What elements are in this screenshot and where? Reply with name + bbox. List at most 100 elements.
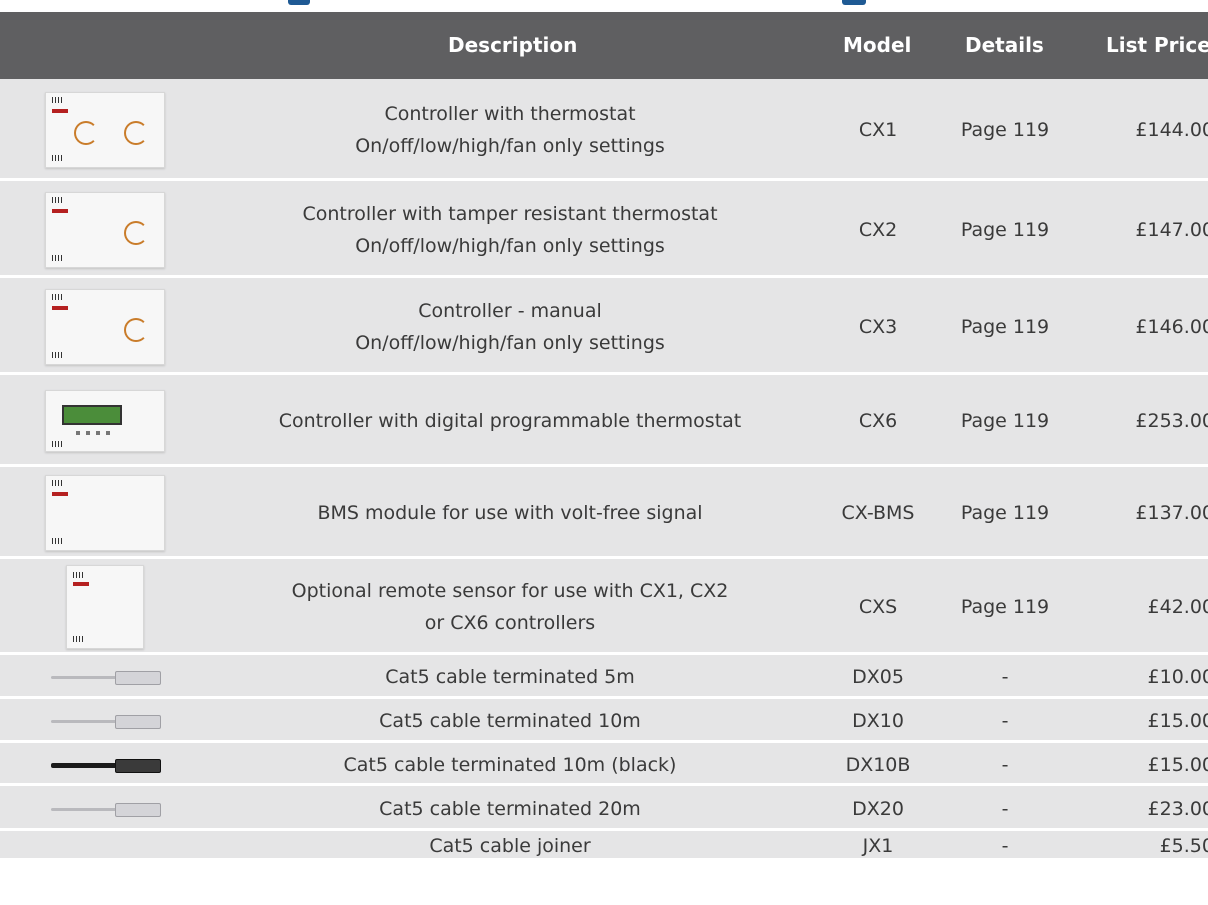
model-cell: CX3 xyxy=(858,315,898,338)
details-cell: Page 119 xyxy=(960,315,1050,338)
cropped-title xyxy=(0,0,1208,10)
header-description: Description xyxy=(448,33,578,57)
digital-controller-image xyxy=(45,390,165,452)
table-row: Controller with digital programmable the… xyxy=(0,375,1208,467)
description-cell: Cat5 cable joiner xyxy=(200,831,820,861)
details-cell: Page 119 xyxy=(960,502,1050,524)
description-line-1: Cat5 cable terminated 10m xyxy=(379,710,641,732)
price-cell: £144.00 xyxy=(1135,119,1208,141)
description-line-1: Cat5 cable joiner xyxy=(429,835,591,857)
price-cell: £253.00 xyxy=(1135,410,1208,432)
tamper-controller-image xyxy=(45,191,165,268)
manual-controller-image xyxy=(45,288,165,365)
description-cell: Cat5 cable terminated 10m xyxy=(200,699,820,743)
description-line-1: Controller with digital programmable the… xyxy=(278,410,742,432)
price-cell: £147.00 xyxy=(1135,218,1208,241)
price-cell: £15.00 xyxy=(1147,710,1208,732)
description-cell: Controller with thermostat On/off/low/hig… xyxy=(200,79,820,181)
header-list-price: List Price xyxy=(1106,33,1208,57)
model-cell: DX05 xyxy=(852,666,904,688)
black-cable-image xyxy=(51,758,161,773)
details-cell: Page 119 xyxy=(960,596,1050,618)
price-list-page: Description Model Details List Price Con… xyxy=(0,0,1208,905)
description-cell: Optional remote sensor for use with CX1,… xyxy=(200,559,820,655)
details-cell: Page 119 xyxy=(960,410,1050,432)
model-cell: CX2 xyxy=(858,218,898,241)
description-line-1: Controller with tamper resistant thermos… xyxy=(302,202,718,225)
description-cell: Controller with tamper resistant thermos… xyxy=(200,181,820,278)
price-cell: £137.00 xyxy=(1135,502,1208,524)
price-table-body: Controller with thermostat On/off/low/hig… xyxy=(0,79,1208,861)
price-cell: £5.50 xyxy=(1159,835,1208,857)
model-cell: CX6 xyxy=(858,410,898,432)
description-cell: BMS module for use with volt-free signal xyxy=(200,467,820,559)
product-thumbnail xyxy=(30,655,180,699)
table-row: Cat5 cable terminated 5m DX05 - £10.00 xyxy=(0,655,1208,699)
table-row: BMS module for use with volt-free signal… xyxy=(0,467,1208,559)
table-row: Optional remote sensor for use with CX1,… xyxy=(0,559,1208,655)
description-line-1: Cat5 cable terminated 5m xyxy=(385,666,635,688)
description-line-1: Optional remote sensor for use with CX1,… xyxy=(291,580,729,602)
description-line-2: On/off/low/high/fan only settings xyxy=(355,234,665,257)
bms-module-image xyxy=(45,475,165,551)
model-cell: CX1 xyxy=(858,119,898,141)
product-thumbnail xyxy=(30,278,180,375)
table-row: Cat5 cable terminated 20m DX20 - £23.00 xyxy=(0,786,1208,831)
model-cell: CXS xyxy=(858,596,898,618)
description-line-2: On/off/low/high/fan only settings xyxy=(355,331,665,354)
cable-image xyxy=(51,802,161,817)
description-cell: Controller - manual On/off/low/high/fan o… xyxy=(200,278,820,375)
description-cell: Cat5 cable terminated 5m xyxy=(200,655,820,699)
table-row: Cat5 cable terminated 10m DX10 - £15.00 xyxy=(0,699,1208,743)
price-cell: £42.00 xyxy=(1147,596,1208,618)
details-cell: - xyxy=(1001,753,1009,776)
description-line-2: On/off/low/high/fan only settings xyxy=(355,135,665,157)
description-cell: Cat5 cable terminated 20m xyxy=(200,786,820,831)
description-line-1: Cat5 cable terminated 20m xyxy=(379,797,641,820)
product-thumbnail xyxy=(30,467,180,559)
price-cell: £10.00 xyxy=(1147,666,1208,688)
description-line-1: BMS module for use with volt-free signal xyxy=(317,502,703,524)
model-cell: DX10 xyxy=(852,710,904,732)
model-cell: JX1 xyxy=(862,835,894,857)
description-cell: Cat5 cable terminated 10m (black) xyxy=(200,743,820,786)
header-model: Model xyxy=(843,33,912,57)
model-cell: DX10B xyxy=(845,753,911,776)
cable-image xyxy=(51,714,161,729)
price-cell: £146.00 xyxy=(1135,315,1208,338)
product-thumbnail xyxy=(30,699,180,743)
details-cell: Page 119 xyxy=(960,218,1050,241)
table-row: Controller - manual On/off/low/high/fan o… xyxy=(0,278,1208,375)
product-thumbnail xyxy=(30,181,180,278)
table-row: Controller with thermostat On/off/low/hig… xyxy=(0,79,1208,181)
row-separator xyxy=(0,858,1208,861)
description-line-1: Cat5 cable terminated 10m (black) xyxy=(343,753,677,776)
remote-sensor-image xyxy=(66,565,144,649)
product-thumbnail xyxy=(30,79,180,181)
table-header: Description Model Details List Price xyxy=(0,12,1208,79)
price-cell: £15.00 xyxy=(1147,753,1208,776)
description-line-1: Controller with thermostat xyxy=(384,103,636,125)
product-thumbnail xyxy=(30,786,180,831)
product-thumbnail xyxy=(30,559,180,655)
details-cell: - xyxy=(1001,797,1009,820)
description-cell: Controller with digital programmable the… xyxy=(200,375,820,467)
product-thumbnail xyxy=(30,375,180,467)
header-details: Details xyxy=(965,33,1044,57)
product-thumbnail xyxy=(30,743,180,786)
model-cell: DX20 xyxy=(852,797,904,820)
table-row: Controller with tamper resistant thermos… xyxy=(0,181,1208,278)
description-line-1: Controller - manual xyxy=(418,299,602,322)
details-cell: - xyxy=(1001,710,1009,732)
product-thumbnail xyxy=(30,831,180,861)
details-cell: Page 119 xyxy=(960,119,1050,141)
cable-image xyxy=(51,670,161,685)
model-cell: CX-BMS xyxy=(841,502,915,524)
details-cell: - xyxy=(1001,666,1009,688)
price-cell: £23.00 xyxy=(1147,797,1208,820)
table-row: Cat5 cable joiner JX1 - £5.50 xyxy=(0,831,1208,861)
details-cell: - xyxy=(1001,835,1009,857)
table-row: Cat5 cable terminated 10m (black) DX10B - £… xyxy=(0,743,1208,786)
description-line-2: or CX6 controllers xyxy=(424,612,596,634)
thermostat-controller-image xyxy=(45,92,165,168)
